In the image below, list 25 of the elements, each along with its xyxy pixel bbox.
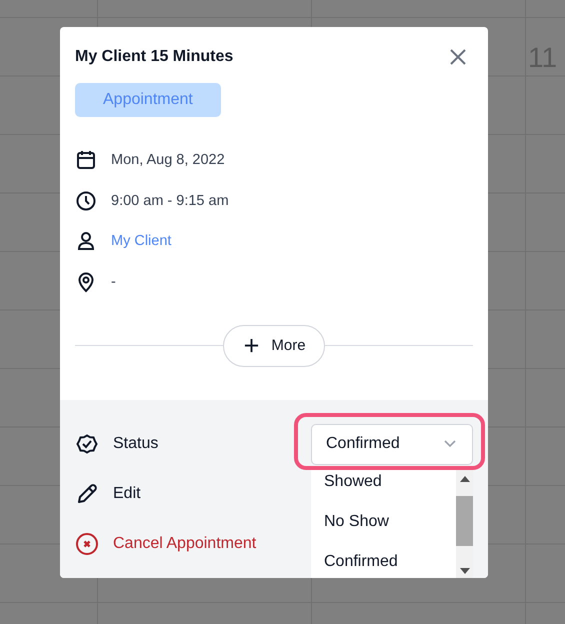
plus-icon [244, 338, 260, 353]
detail-text: - [111, 274, 116, 290]
cancel-circle-icon [75, 532, 99, 556]
scroll-up-icon[interactable] [460, 476, 470, 482]
detail-text: 9:00 am - 9:15 am [111, 192, 229, 208]
scrollbar[interactable] [456, 470, 473, 578]
status-option[interactable]: No Show [311, 502, 456, 542]
person-icon [75, 230, 97, 252]
clock-icon [75, 190, 97, 212]
edit-action[interactable]: Edit [113, 485, 141, 503]
cancel-appointment-action[interactable]: Cancel Appointment [113, 535, 256, 553]
pencil-icon [75, 482, 99, 506]
close-icon[interactable] [448, 47, 468, 67]
detail-text: Mon, Aug 8, 2022 [111, 152, 225, 168]
calendar-icon [75, 149, 97, 171]
status-option[interactable]: Confirmed [311, 542, 456, 578]
chevron-down-icon [444, 440, 456, 448]
dialog-title: My Client 15 Minutes [75, 48, 234, 66]
badge-check-icon [75, 432, 99, 456]
appointment-type-badge: Appointment [75, 83, 221, 117]
status-select[interactable]: Confirmed [311, 424, 473, 464]
status-option[interactable]: Showed [311, 470, 456, 502]
more-button[interactable]: More [223, 324, 325, 366]
status-label: Status [113, 435, 158, 453]
scroll-down-icon[interactable] [460, 568, 470, 574]
